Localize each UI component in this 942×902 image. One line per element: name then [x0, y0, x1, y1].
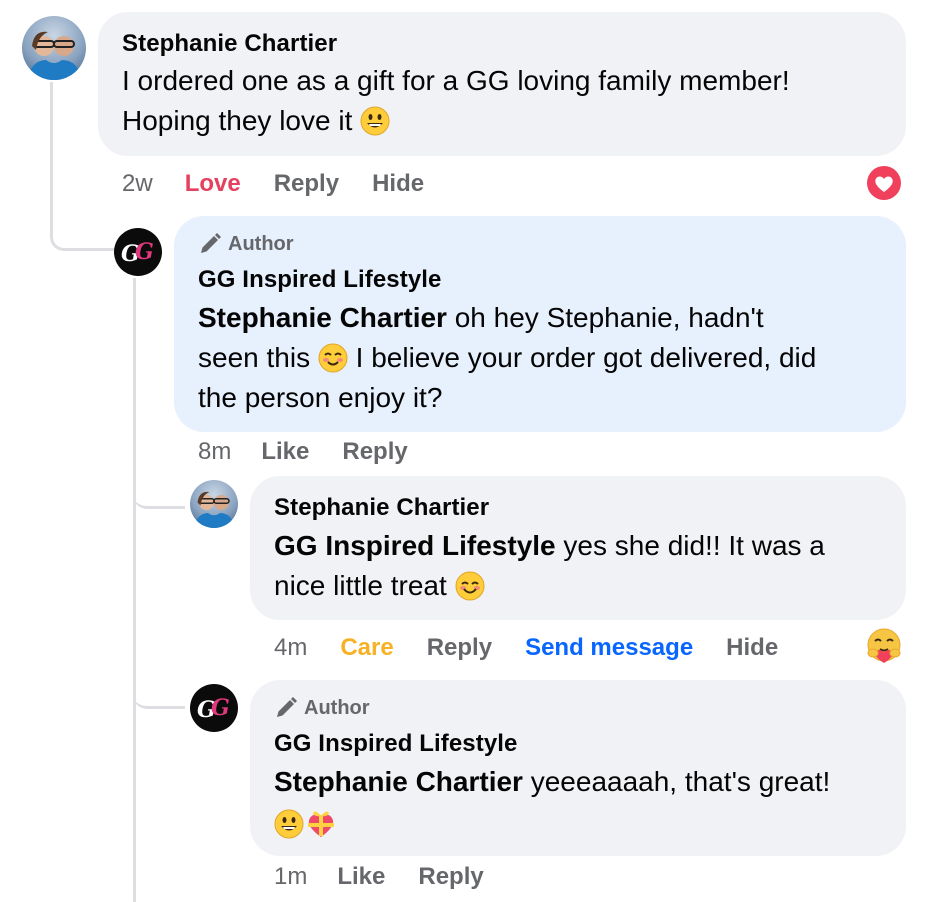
profile-photo-icon	[193, 491, 235, 528]
author-badge-label: Author	[304, 696, 370, 719]
thread-connector	[133, 640, 185, 709]
comment-text-part: oh hey Stephanie, hadn't	[446, 302, 764, 333]
comment-text: I ordered one as a gift for a GG loving …	[122, 61, 790, 101]
comment-text: Hoping they love it	[122, 101, 390, 141]
comment-text: nice little treat	[274, 566, 485, 606]
comment-text	[274, 804, 338, 844]
thread-connector	[133, 440, 185, 509]
smiling-blush-emoji-icon	[318, 343, 348, 373]
comment-timestamp[interactable]: 8m	[198, 438, 231, 466]
comment-text-line: Hoping they love it	[122, 105, 353, 136]
grinning-face-emoji-icon	[360, 106, 390, 136]
author-badge: Author	[198, 232, 294, 256]
avatar[interactable]	[22, 16, 86, 80]
heart-with-ribbon-emoji-icon	[308, 811, 334, 837]
comment-timestamp[interactable]: 2w	[122, 170, 153, 198]
svg-text:G: G	[211, 695, 230, 721]
mention-link[interactable]: Stephanie Chartier	[274, 766, 523, 797]
send-message-button[interactable]: Send message	[525, 634, 693, 662]
comment-author[interactable]: Stephanie Chartier	[274, 494, 489, 522]
smiling-face-emoji-icon	[455, 571, 485, 601]
comment-text: GG Inspired Lifestyle yes she did!! It w…	[274, 526, 825, 566]
comment-text-part: yeeeaaaah, that's great!	[522, 766, 831, 797]
author-badge-label: Author	[228, 232, 294, 255]
comment-text: the person enjoy it?	[198, 378, 442, 418]
profile-photo-icon	[26, 31, 82, 80]
love-reaction-button[interactable]: Love	[185, 170, 241, 198]
mention-link[interactable]: GG Inspired Lifestyle	[274, 530, 556, 561]
author-badge: Author	[274, 696, 370, 720]
reaction-badge[interactable]	[864, 163, 904, 203]
avatar[interactable]: G G	[114, 228, 162, 276]
heart-reaction-icon	[867, 166, 901, 200]
pencil-icon	[277, 697, 297, 717]
comment-text-part: I believe your order got delivered, did	[347, 342, 817, 373]
comment-actions: 8m Like Reply	[198, 438, 441, 466]
grinning-face-emoji-icon	[274, 809, 304, 839]
mention-link[interactable]: Stephanie Chartier	[198, 302, 447, 333]
like-button[interactable]: Like	[337, 863, 385, 891]
comment-actions: 4m Care Reply Send message Hide	[274, 634, 811, 662]
care-reaction-icon	[867, 628, 901, 663]
avatar[interactable]	[190, 480, 238, 528]
svg-text:G: G	[135, 239, 154, 265]
comment-text-line: I ordered one as a gift for a GG loving …	[122, 65, 790, 96]
reaction-badge[interactable]	[863, 626, 905, 668]
comment-text-part: nice little treat	[274, 570, 447, 601]
comment-text-part: seen this	[198, 342, 311, 373]
gg-logo-icon: G G	[197, 695, 230, 723]
comment-text: Stephanie Chartier yeeeaaaah, that's gre…	[274, 762, 830, 802]
comment-text-part: the person enjoy it?	[198, 382, 443, 413]
gg-logo-icon: G G	[121, 239, 154, 267]
comment-actions: 1m Like Reply	[274, 863, 517, 891]
reply-button[interactable]: Reply	[342, 438, 407, 466]
like-button[interactable]: Like	[261, 438, 309, 466]
reply-button[interactable]: Reply	[427, 634, 492, 662]
thread-connector	[133, 278, 136, 902]
care-reaction-button[interactable]: Care	[340, 634, 393, 662]
comment-text-part: yes she did!! It was a	[555, 530, 825, 561]
comment-text: seen this I believe your order got deliv…	[198, 338, 816, 378]
comment-timestamp[interactable]: 1m	[274, 863, 307, 891]
comment-actions: 2w Love Reply Hide	[122, 170, 457, 198]
comment-author[interactable]: GG Inspired Lifestyle	[198, 266, 442, 294]
comment-author[interactable]: GG Inspired Lifestyle	[274, 730, 518, 758]
avatar[interactable]: G G	[190, 684, 238, 732]
reply-button[interactable]: Reply	[274, 170, 339, 198]
pencil-icon	[201, 233, 221, 253]
comment-text: Stephanie Chartier oh hey Stephanie, had…	[198, 298, 764, 338]
hide-button[interactable]: Hide	[372, 170, 424, 198]
comment-timestamp[interactable]: 4m	[274, 634, 307, 662]
reply-button[interactable]: Reply	[418, 863, 483, 891]
comment-author[interactable]: Stephanie Chartier	[122, 30, 337, 58]
hide-button[interactable]: Hide	[726, 634, 778, 662]
